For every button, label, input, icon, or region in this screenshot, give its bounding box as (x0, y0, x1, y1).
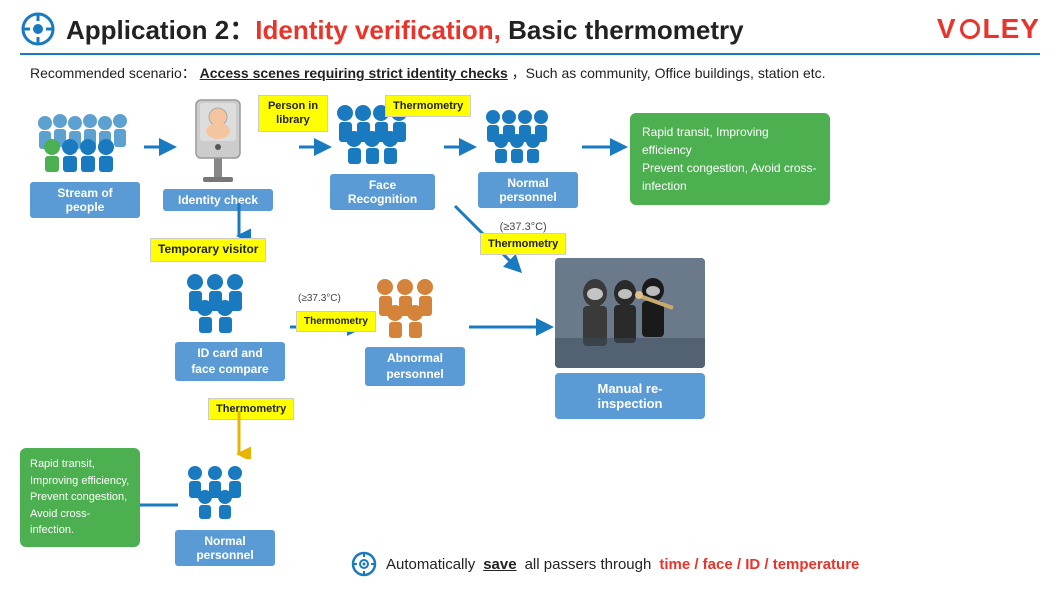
green-bottom-l1: Rapid transit, (30, 458, 95, 470)
green-box-top: Rapid transit, Improving efficiency Prev… (630, 113, 830, 205)
abnormal-personnel-group: Abnormalpersonnel (365, 273, 465, 386)
header-title: Application 2：Identity verification, Bas… (66, 10, 744, 47)
arrow-id-to-abnormal: (≥37.3°C) Thermometry (288, 315, 368, 344)
normal-personnel-bottom-label: Normal personnel (175, 530, 275, 566)
face-recognition-label: Face Recognition (330, 174, 435, 210)
temp-label-middle: (≥37.3°C) (298, 293, 341, 304)
thermometry-tag-diag-text: Thermometry (480, 233, 566, 255)
arrow1-icon (142, 135, 180, 159)
summary-save: save (483, 556, 516, 573)
down-arrow-id-normal-icon (227, 409, 251, 459)
summary-icon (350, 550, 378, 578)
manual-photo (555, 258, 705, 368)
summary-prefix: Automatically (386, 556, 475, 573)
green-box-bottom-text: Rapid transit, Improving efficiency, Pre… (20, 448, 140, 547)
face-recognition-group: Thermometry Face Recognition (330, 95, 435, 210)
logo-circle (960, 19, 980, 39)
normal-personnel-bottom-icon (175, 461, 265, 521)
scenario-prefix: Recommended scenario： (30, 65, 196, 81)
arrow-abnormal-manual (467, 315, 557, 344)
thermo-tag-middle: Thermometry (296, 311, 376, 332)
temp-threshold-diag: (≥37.3°C) (480, 221, 566, 233)
scenario-suffix: ，Such as community, Office buildings, st… (512, 65, 826, 81)
title-normal: Basic thermometry (501, 15, 744, 45)
arrow-abnormal-manual-icon (467, 315, 557, 339)
logo-text: V (937, 13, 957, 45)
page: Application 2：Identity verification, Bas… (0, 0, 1060, 594)
manual-photo-art (555, 258, 705, 368)
stream-people-label: Stream of people (30, 182, 140, 218)
title-highlight: Identity verification, (255, 15, 501, 45)
abnormal-personnel-label: Abnormalpersonnel (365, 347, 465, 386)
normal-personnel-top-group: Normal personnel (478, 103, 578, 208)
arrow1 (142, 135, 180, 164)
scenario-bar: Recommended scenario： Access scenes requ… (20, 63, 1040, 83)
normal-personnel-bottom-group: Normal personnel (175, 461, 275, 566)
green-bottom-l4: Avoid cross-infection. (30, 508, 90, 537)
crosshair-icon (20, 11, 56, 47)
header-left: Application 2：Identity verification, Bas… (20, 10, 744, 47)
person-in-library-tag: Person inlibrary (258, 95, 328, 132)
temp-visitor-tag: Temporary visitor (150, 238, 266, 262)
id-compare-icon (175, 268, 265, 333)
green-bottom-l3: Prevent congestion, (30, 491, 127, 503)
arrow3-icon (442, 135, 480, 159)
temp-visitor-text: Temporary visitor (150, 238, 266, 262)
scenario-link: Access scenes requiring strict identity … (200, 65, 508, 81)
summary-content: Automatically save all passers through t… (350, 550, 1030, 578)
green-box-top-line2: Prevent congestion, Avoid cross-infectio… (642, 161, 817, 193)
green-box-top-line1: Rapid transit, Improving efficiency (642, 125, 769, 157)
diagram: Stream of people Person inlibrary (20, 93, 1040, 583)
stream-people-group: Stream of people (30, 103, 140, 218)
header: Application 2：Identity verification, Bas… (20, 10, 1040, 55)
arrow4 (580, 135, 630, 164)
down-arrow-identity-icon (227, 201, 251, 241)
summary-middle: all passers through (525, 556, 652, 573)
identity-check-label: Identity check (163, 189, 273, 211)
stream-people-icon (30, 103, 130, 173)
logo-ley: LEY (983, 13, 1040, 45)
manual-reinspection-group: Manual re-inspection (555, 258, 705, 419)
thermometry-tag-bottom-text: Thermometry (208, 398, 294, 420)
arrow4-icon (580, 135, 630, 159)
abnormal-personnel-icon (365, 273, 455, 338)
thermometry-tag-bottom: Thermometry (208, 398, 294, 420)
summary-items: time / face / ID / temperature (659, 556, 859, 573)
logo-area: V LEY (937, 13, 1040, 45)
summary-bar: Automatically save all passers through t… (350, 550, 1030, 578)
id-face-label: ID card andface compare (175, 342, 285, 381)
arrow3 (442, 135, 480, 164)
identity-check-group: Person inlibrary Identity check (178, 95, 288, 216)
manual-reinspection-label: Manual re-inspection (555, 373, 705, 419)
down-arrow-id-to-normal (227, 409, 251, 464)
green-box-bottom: Rapid transit, Improving efficiency, Pre… (20, 448, 140, 547)
green-box-top-text: Rapid transit, Improving efficiency Prev… (630, 113, 830, 205)
thermometry-tag-top: Thermometry (385, 95, 471, 117)
app-number: Application 2： (66, 15, 255, 45)
identity-device-icon (178, 95, 258, 185)
normal-personnel-top-icon (478, 103, 568, 163)
id-face-compare-group: ID card andface compare (175, 268, 285, 381)
thermometry-tag-diag: (≥37.3°C) Thermometry (480, 221, 566, 255)
green-bottom-l2: Improving efficiency, (30, 475, 129, 487)
